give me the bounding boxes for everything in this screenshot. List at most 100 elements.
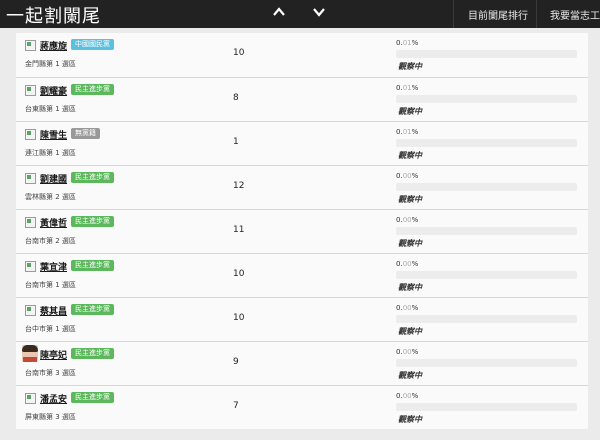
legislator-row[interactable]: 劉建國 民主進步黨雲林縣第 2 選區 12 0.00% 觀察中	[16, 165, 588, 209]
percentage-sign: %	[411, 128, 419, 136]
status-text: 觀察中	[398, 107, 422, 116]
legislator-row[interactable]: 陳亭妃 民主進步黨 台南市第 3 選區 9 0.00% 觀察中	[16, 341, 588, 385]
broken-image-icon	[25, 261, 36, 272]
status-text: 觀察中	[398, 151, 422, 160]
percentage-decimal: 00	[402, 304, 412, 312]
district-label: 台東縣第 1 選區	[25, 105, 76, 113]
vote-count: 10	[233, 313, 245, 323]
district-label: 台南市第 3 選區	[25, 369, 76, 377]
broken-image-icon	[25, 305, 36, 316]
legislator-name-link[interactable]: 劉耀豪	[40, 84, 67, 97]
percentage-sign: %	[411, 216, 419, 224]
legislator-name-link[interactable]: 潘孟安	[40, 392, 67, 405]
percentage-integer: 0.	[396, 172, 403, 180]
percentage-integer: 0.	[396, 260, 403, 268]
status-text: 觀察中	[398, 371, 422, 380]
nav-link-ranking[interactable]: 目前闌尾排行	[468, 7, 528, 22]
legislator-list: 蔣應旋 中國國民黨 金門縣第 1 選區 10 0.01% 觀察中 劉耀豪 民主進步黨 台東縣第 …	[16, 33, 588, 429]
party-badge: 民主進步黨	[71, 84, 114, 95]
broken-image-icon	[25, 173, 36, 184]
percentage-decimal: 01	[402, 128, 412, 136]
status-text: 觀察中	[398, 195, 422, 204]
percentage-integer: 0.	[396, 304, 403, 312]
percentage-decimal: 00	[402, 392, 412, 400]
percentage-label: 0.01%	[396, 39, 418, 47]
progress-bar	[396, 315, 577, 323]
percentage-sign: %	[411, 172, 419, 180]
vote-count: 1	[233, 137, 239, 147]
chevron-down-icon[interactable]	[311, 4, 327, 20]
avatar-photo	[22, 345, 38, 362]
district-label: 雲林縣第 2 選區	[25, 193, 76, 201]
district-label: 台南市第 1 選區	[25, 281, 76, 289]
percentage-label: 0.00%	[396, 216, 418, 224]
status-text: 觀察中	[398, 239, 422, 248]
legislator-row[interactable]: 劉耀豪 民主進步黨 台東縣第 1 選區 8 0.01% 觀察中	[16, 77, 588, 121]
percentage-decimal: 00	[402, 216, 412, 224]
legislator-row[interactable]: 黃偉哲 民主進步黨 台南市第 2 選區 11 0.00% 觀察中	[16, 209, 588, 253]
district-label: 連江縣第 1 選區	[25, 149, 76, 157]
percentage-label: 0.01%	[396, 128, 418, 136]
percentage-sign: %	[411, 260, 419, 268]
party-badge: 民主進步黨	[71, 392, 114, 403]
party-badge: 中國國民黨	[71, 39, 114, 50]
nav-divider	[536, 0, 537, 28]
percentage-decimal: 00	[402, 172, 412, 180]
district-label: 台南市第 2 選區	[25, 237, 76, 245]
percentage-label: 0.00%	[396, 348, 418, 356]
legislator-name-link[interactable]: 蔣應旋	[40, 39, 67, 52]
party-badge: 民主進步黨	[71, 304, 114, 315]
percentage-integer: 0.	[396, 128, 403, 136]
broken-image-icon	[25, 393, 36, 404]
percentage-sign: %	[411, 348, 419, 356]
party-badge: 無黨籍	[71, 128, 100, 139]
percentage-decimal: 01	[402, 39, 412, 47]
legislator-name-link[interactable]: 蔡其昌	[40, 304, 67, 317]
party-badge: 民主進步黨	[71, 348, 114, 359]
percentage-decimal: 01	[402, 84, 412, 92]
legislator-name-link[interactable]: 陳亭妃	[40, 348, 67, 361]
percentage-sign: %	[411, 39, 419, 47]
chevron-up-icon[interactable]	[271, 4, 287, 20]
legislator-row[interactable]: 陳雪生 無黨籍連江縣第 1 選區 1 0.01% 觀察中	[16, 121, 588, 165]
progress-bar	[396, 403, 577, 411]
district-label: 屏東縣第 3 選區	[25, 413, 76, 421]
legislator-row[interactable]: 蔣應旋 中國國民黨 金門縣第 1 選區 10 0.01% 觀察中	[16, 33, 588, 77]
site-brand[interactable]: 一起割闌尾	[6, 2, 101, 28]
party-badge: 民主進步黨	[71, 172, 114, 183]
party-badge: 民主進步黨	[71, 216, 114, 227]
broken-image-icon	[25, 217, 36, 228]
broken-image-icon	[25, 85, 36, 96]
legislator-name-link[interactable]: 黃偉哲	[40, 216, 67, 229]
district-label: 台中市第 1 選區	[25, 325, 76, 333]
legislator-row[interactable]: 葉宜津 民主進步黨台南市第 1 選區 10 0.00% 觀察中	[16, 253, 588, 297]
legislator-row[interactable]: 潘孟安 民主進步黨 屏東縣第 3 選區 7 0.00% 觀察中	[16, 385, 588, 429]
percentage-integer: 0.	[396, 84, 403, 92]
vote-count: 10	[233, 269, 245, 279]
percentage-integer: 0.	[396, 216, 403, 224]
progress-bar	[396, 50, 577, 58]
percentage-integer: 0.	[396, 392, 403, 400]
legislator-name-link[interactable]: 陳雪生	[40, 128, 67, 141]
nav-divider	[453, 0, 454, 28]
nav-link-volunteer[interactable]: 我要當志工	[550, 7, 600, 22]
progress-bar	[396, 139, 577, 147]
vote-count: 12	[233, 181, 245, 191]
progress-bar	[396, 95, 577, 103]
broken-image-icon	[25, 129, 36, 140]
progress-bar	[396, 183, 577, 191]
status-text: 觀察中	[398, 283, 422, 292]
progress-bar	[396, 271, 577, 279]
broken-image-icon	[25, 40, 36, 51]
percentage-label: 0.00%	[396, 304, 418, 312]
legislator-name-link[interactable]: 葉宜津	[40, 260, 67, 273]
legislator-name-link[interactable]: 劉建國	[40, 172, 67, 185]
percentage-label: 0.00%	[396, 260, 418, 268]
legislator-row[interactable]: 蔡其昌 民主進步黨 台中市第 1 選區 10 0.00% 觀察中	[16, 297, 588, 341]
progress-bar	[396, 227, 577, 235]
progress-bar	[396, 359, 577, 367]
status-text: 觀察中	[398, 415, 422, 424]
party-badge: 民主進步黨	[71, 260, 114, 271]
percentage-integer: 0.	[396, 39, 403, 47]
percentage-label: 0.00%	[396, 172, 418, 180]
